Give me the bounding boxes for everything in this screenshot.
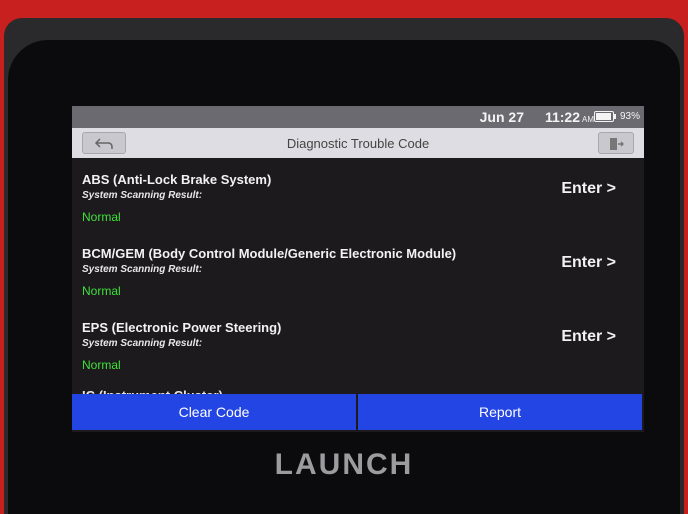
- clear-code-button[interactable]: Clear Code: [72, 394, 356, 430]
- battery-fill: [596, 113, 611, 120]
- status-ampm: AM: [582, 115, 594, 124]
- scan-status: Normal: [82, 358, 121, 372]
- scan-result-label: System Scanning Result:: [82, 190, 203, 201]
- device-screen: Jun 27 11:22 AM 93% Diagnostic Trouble Co…: [72, 106, 644, 432]
- enter-button[interactable]: Enter >: [561, 328, 616, 346]
- brand-logo: LAUNCH: [274, 448, 414, 481]
- action-bar: Clear Code Report: [72, 394, 644, 432]
- exit-icon: [610, 138, 625, 151]
- status-date: Jun 27: [479, 109, 524, 125]
- list-item: EPS (Electronic Power Steering) System S…: [82, 306, 632, 378]
- battery-percent: 93%: [619, 111, 640, 122]
- battery-icon: [594, 111, 616, 122]
- scan-status: Normal: [82, 210, 121, 224]
- page-title: Diagnostic Trouble Code: [286, 136, 430, 151]
- list-item: BCM/GEM (Body Control Module/Generic Ele…: [82, 232, 632, 304]
- system-name: EPS (Electronic Power Steering): [82, 320, 282, 335]
- scan-result-label: System Scanning Result:: [82, 338, 203, 349]
- list-item: ABS (Anti-Lock Brake System) System Scan…: [82, 158, 632, 230]
- scan-result-label: System Scanning Result:: [82, 264, 203, 275]
- report-button[interactable]: Report: [358, 394, 642, 430]
- title-bar: Diagnostic Trouble Code: [72, 128, 644, 158]
- status-bar: Jun 27 11:22 AM 93%: [72, 106, 644, 128]
- exit-button[interactable]: [598, 132, 634, 154]
- system-list: ABS (Anti-Lock Brake System) System Scan…: [72, 158, 644, 394]
- enter-button[interactable]: Enter >: [561, 254, 616, 272]
- system-name: BCM/GEM (Body Control Module/Generic Ele…: [82, 246, 457, 261]
- enter-button[interactable]: Enter >: [561, 180, 616, 198]
- scan-status: Normal: [82, 284, 121, 298]
- status-time: 11:22 AM: [544, 109, 594, 125]
- system-name: ABS (Anti-Lock Brake System): [82, 172, 272, 187]
